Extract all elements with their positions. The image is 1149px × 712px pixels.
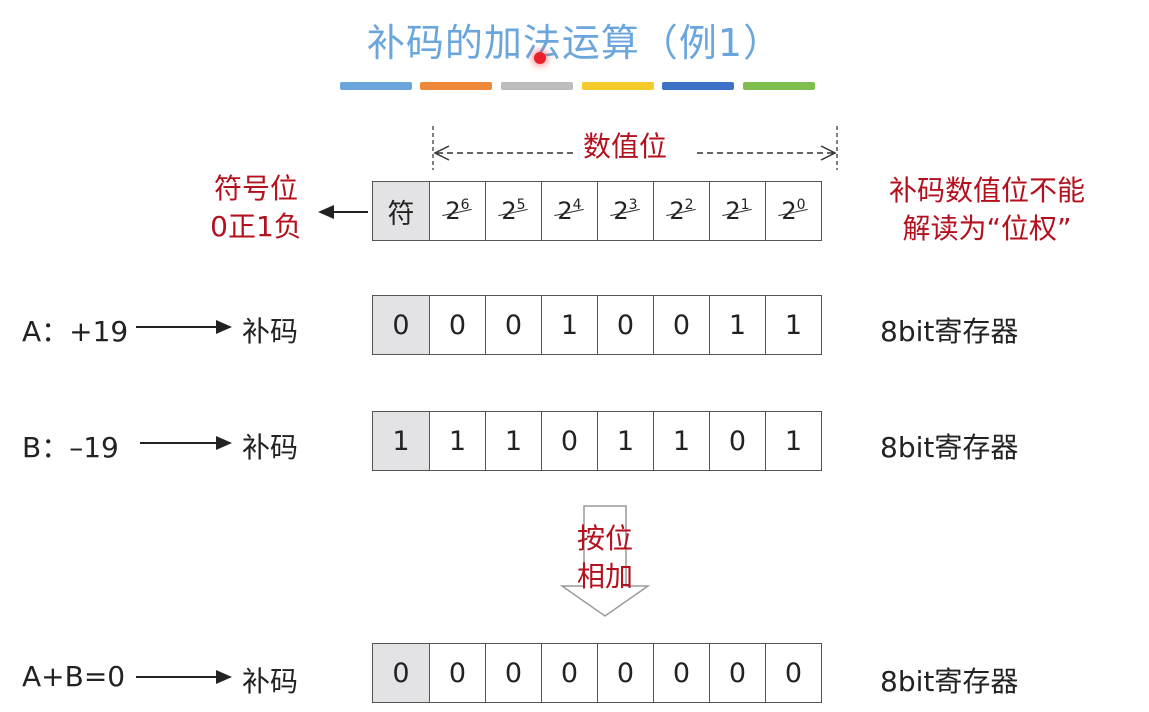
weight-note-line1: 补码数值位不能 bbox=[888, 174, 1085, 207]
bit-cell: 1 bbox=[372, 411, 430, 471]
bit-cell: 0 bbox=[429, 643, 486, 703]
bit-cell: 0 bbox=[709, 643, 766, 703]
bit-cell: 1 bbox=[429, 411, 486, 471]
row-a-arrow-line bbox=[136, 326, 218, 328]
bit-cell: 0 bbox=[485, 643, 542, 703]
weight-cell: 26 bbox=[429, 181, 486, 241]
weight-cell: 24 bbox=[541, 181, 598, 241]
sign-bit-note-line1: 符号位 bbox=[213, 172, 298, 205]
bit-cell: 0 bbox=[429, 295, 486, 355]
row-b-register-label: 8bit寄存器 bbox=[880, 431, 1019, 464]
row-a-label: A：+19 bbox=[22, 315, 129, 348]
strikethrough-mark: 22 bbox=[669, 197, 694, 225]
page-title: 补码的加法运算（例1） bbox=[366, 21, 783, 65]
weight-cell: 20 bbox=[765, 181, 822, 241]
row-a-register-label: 8bit寄存器 bbox=[880, 315, 1019, 348]
add-note-line1: 按位 bbox=[576, 522, 633, 555]
row-b-arrow-head bbox=[216, 436, 232, 450]
row-sum-target: 补码 bbox=[242, 665, 299, 698]
row-b-target: 补码 bbox=[242, 431, 299, 464]
bit-cell: 1 bbox=[765, 295, 822, 355]
bit-cell: 1 bbox=[765, 411, 822, 471]
row-b-register: 1 1 1 0 1 1 0 1 bbox=[372, 411, 822, 471]
bit-cell: 0 bbox=[653, 643, 710, 703]
weight-cell: 21 bbox=[709, 181, 766, 241]
bit-cell: 0 bbox=[709, 411, 766, 471]
strikethrough-mark: 26 bbox=[445, 197, 470, 225]
row-sum-label: A+B=0 bbox=[22, 660, 126, 693]
strikethrough-mark: 24 bbox=[557, 197, 582, 225]
bit-cell: 0 bbox=[597, 643, 654, 703]
sign-bit-note-line2: 0正1负 bbox=[210, 210, 302, 243]
bit-cell: 0 bbox=[541, 411, 598, 471]
row-sum-arrow-head bbox=[216, 670, 232, 684]
bit-cell: 0 bbox=[372, 643, 430, 703]
accent-stripe bbox=[501, 82, 573, 90]
row-sum-register: 0 0 0 0 0 0 0 0 bbox=[372, 643, 822, 703]
bit-cell: 1 bbox=[709, 295, 766, 355]
weight-note: 补码数值位不能 解读为“位权” bbox=[862, 172, 1112, 248]
sign-cell: 符 bbox=[372, 181, 430, 241]
bit-cell: 0 bbox=[541, 643, 598, 703]
add-note: 按位 相加 bbox=[555, 520, 655, 596]
accent-stripe bbox=[743, 82, 815, 90]
bit-cell: 0 bbox=[372, 295, 430, 355]
bit-cell: 1 bbox=[653, 411, 710, 471]
bit-cell: 0 bbox=[765, 643, 822, 703]
row-a-arrow-head bbox=[216, 320, 232, 334]
strikethrough-mark: 23 bbox=[613, 197, 638, 225]
weight-register: 符 26 25 24 23 22 21 20 bbox=[372, 181, 822, 241]
accent-stripe bbox=[582, 82, 654, 90]
strikethrough-mark: 25 bbox=[501, 197, 526, 225]
weight-cell: 23 bbox=[597, 181, 654, 241]
row-b-label: B：–19 bbox=[22, 431, 119, 464]
weight-cell: 25 bbox=[485, 181, 542, 241]
bit-cell: 0 bbox=[485, 295, 542, 355]
row-a-target: 补码 bbox=[242, 315, 299, 348]
value-bits-label: 数值位 bbox=[582, 130, 667, 163]
row-a-register: 0 0 0 1 0 0 1 1 bbox=[372, 295, 822, 355]
strikethrough-mark: 20 bbox=[781, 197, 806, 225]
bit-cell: 1 bbox=[597, 411, 654, 471]
accent-stripe bbox=[340, 82, 412, 90]
bit-cell: 0 bbox=[597, 295, 654, 355]
add-note-line2: 相加 bbox=[576, 560, 633, 593]
strikethrough-mark: 21 bbox=[725, 197, 750, 225]
row-sum-register-label: 8bit寄存器 bbox=[880, 665, 1019, 698]
bit-cell: 0 bbox=[653, 295, 710, 355]
bit-cell: 1 bbox=[541, 295, 598, 355]
bit-cell: 1 bbox=[485, 411, 542, 471]
weight-note-line2: 解读为“位权” bbox=[902, 212, 1072, 245]
sign-arrow-line bbox=[332, 211, 368, 213]
weight-cell: 22 bbox=[653, 181, 710, 241]
sign-bit-note: 符号位 0正1负 bbox=[196, 170, 316, 246]
accent-stripe bbox=[662, 82, 734, 90]
row-sum-arrow-line bbox=[136, 676, 218, 678]
row-b-arrow-line bbox=[140, 442, 218, 444]
accent-stripe bbox=[420, 82, 492, 90]
pointer-dot bbox=[534, 52, 546, 64]
